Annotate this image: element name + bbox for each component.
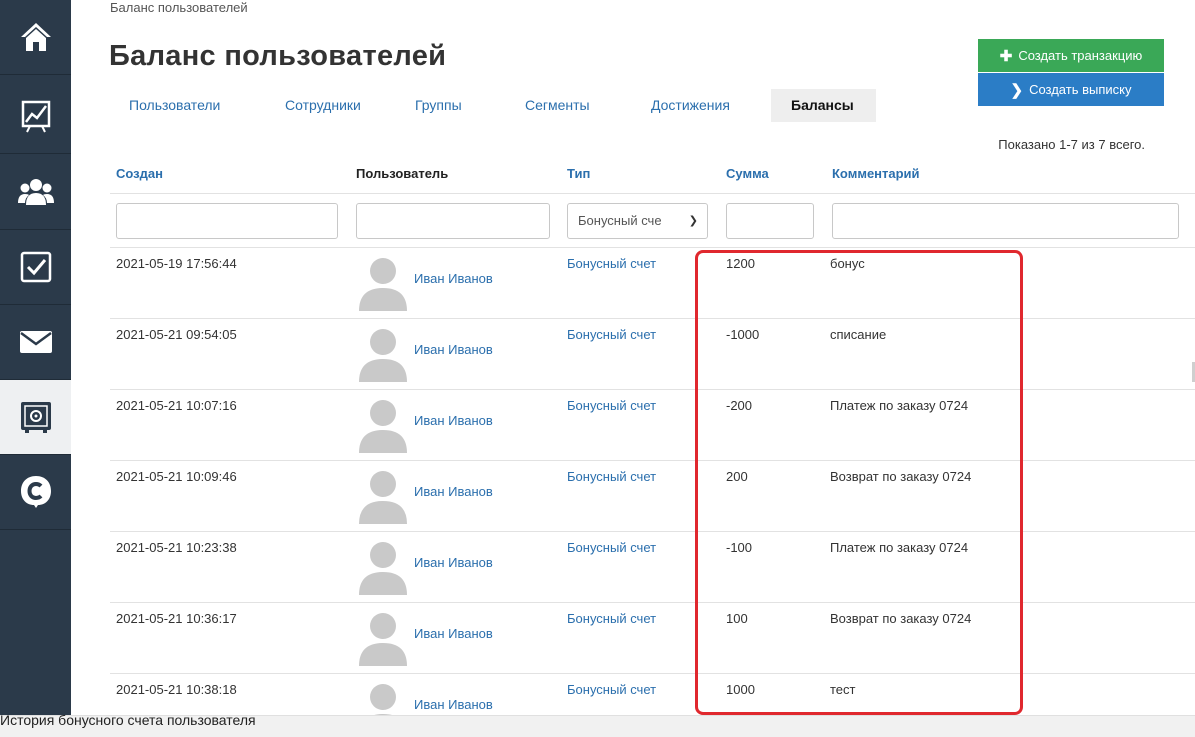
create-transaction-label: Создать транзакцию	[1018, 48, 1143, 63]
column-header-amount[interactable]: Сумма	[726, 166, 769, 181]
sidebar-item-brand[interactable]	[0, 455, 71, 530]
table-row: 2021-05-21 10:07:16 Иван Иванов Бонусный…	[110, 389, 1195, 459]
mail-icon	[19, 331, 52, 353]
avatar	[359, 613, 407, 666]
avatar	[359, 258, 407, 311]
pagination-summary: Показано 1-7 из 7 всего.	[998, 137, 1145, 152]
column-header-user: Пользователь	[356, 166, 449, 181]
cell-created: 2021-05-21 10:23:38	[116, 540, 237, 555]
cell-created: 2021-05-19 17:56:44	[116, 256, 237, 271]
safe-icon	[20, 402, 51, 433]
cell-type-link[interactable]: Бонусный счет	[567, 682, 656, 697]
avatar	[359, 542, 407, 595]
users-icon	[17, 179, 54, 205]
sidebar-item-balances[interactable]	[0, 380, 71, 455]
table-row: 2021-05-21 10:09:46 Иван Иванов Бонусный…	[110, 460, 1195, 530]
cell-user-link[interactable]: Иван Иванов	[414, 626, 493, 641]
avatar	[359, 400, 407, 453]
cell-user-link[interactable]: Иван Иванов	[414, 555, 493, 570]
cell-type-link[interactable]: Бонусный счет	[567, 256, 656, 271]
chevron-down-icon: ❯	[688, 215, 698, 227]
highlight-box	[695, 250, 1023, 715]
tab-segments[interactable]: Сегменты	[525, 89, 590, 122]
filter-type-value: Бонусный сче	[578, 213, 662, 228]
cell-type-link[interactable]: Бонусный счет	[567, 540, 656, 555]
cell-created: 2021-05-21 10:36:17	[116, 611, 237, 626]
filter-comment-input[interactable]	[832, 203, 1179, 239]
breadcrumb[interactable]: Баланс пользователей	[110, 0, 248, 15]
chart-icon	[21, 100, 50, 133]
header-divider	[110, 193, 1195, 194]
sidebar	[0, 0, 71, 737]
sidebar-item-analytics[interactable]	[0, 79, 71, 154]
tab-balances[interactable]: Балансы	[771, 89, 876, 122]
sidebar-item-tasks[interactable]	[0, 230, 71, 305]
table-row: 2021-05-21 10:36:17 Иван Иванов Бонусный…	[110, 602, 1195, 672]
filter-type-select[interactable]: Бонусный сче ❯	[567, 203, 708, 239]
tab-users[interactable]: Пользователи	[129, 89, 220, 122]
column-header-created[interactable]: Создан	[116, 166, 163, 181]
create-statement-label: Создать выписку	[1029, 82, 1132, 97]
create-statement-button[interactable]: ❯ Создать выписку	[978, 73, 1164, 106]
cell-created: 2021-05-21 10:09:46	[116, 469, 237, 484]
cell-user-link[interactable]: Иван Иванов	[414, 484, 493, 499]
cell-type-link[interactable]: Бонусный счет	[567, 611, 656, 626]
cell-user-link[interactable]: Иван Иванов	[414, 271, 493, 286]
cell-type-link[interactable]: Бонусный счет	[567, 398, 656, 413]
avatar	[359, 329, 407, 382]
filter-user-input[interactable]	[356, 203, 550, 239]
cell-user-link[interactable]: Иван Иванов	[414, 342, 493, 357]
image-caption: История бонусного счета пользователя	[0, 712, 256, 728]
cell-user-link[interactable]: Иван Иванов	[414, 697, 493, 712]
brand-logo-icon	[20, 476, 51, 508]
table-row: 2021-05-19 17:56:44 Иван Иванов Бонусный…	[110, 247, 1195, 317]
cell-created: 2021-05-21 09:54:05	[116, 327, 237, 342]
sidebar-item-users[interactable]	[0, 155, 71, 230]
table-row: 2021-05-21 10:23:38 Иван Иванов Бонусный…	[110, 531, 1195, 601]
column-header-type[interactable]: Тип	[567, 166, 590, 181]
cell-created: 2021-05-21 10:38:18	[116, 682, 237, 697]
sidebar-item-mail[interactable]	[0, 305, 71, 380]
tab-groups[interactable]: Группы	[415, 89, 462, 122]
home-icon	[20, 23, 51, 51]
create-transaction-button[interactable]: ✚ Создать транзакцию	[978, 39, 1164, 72]
chevron-right-icon: ❯	[1010, 81, 1024, 99]
column-header-comment[interactable]: Комментарий	[832, 166, 920, 181]
main-content: Баланс пользователей Баланс пользователе…	[71, 0, 1195, 737]
cell-type-link[interactable]: Бонусный счет	[567, 469, 656, 484]
filter-amount-input[interactable]	[726, 203, 814, 239]
tab-achievements[interactable]: Достижения	[651, 89, 730, 122]
table-row: 2021-05-21 09:54:05 Иван Иванов Бонусный…	[110, 318, 1195, 388]
filter-created-input[interactable]	[116, 203, 338, 239]
avatar	[359, 471, 407, 524]
tabs: Пользователи Сотрудники Группы Сегменты …	[110, 89, 930, 122]
checkbox-icon	[20, 251, 51, 283]
page-title: Баланс пользователей	[109, 40, 447, 72]
plus-icon: ✚	[999, 47, 1013, 65]
tab-employees[interactable]: Сотрудники	[285, 89, 361, 122]
cell-user-link[interactable]: Иван Иванов	[414, 413, 493, 428]
cell-created: 2021-05-21 10:07:16	[116, 398, 237, 413]
cell-type-link[interactable]: Бонусный счет	[567, 327, 656, 342]
sidebar-item-home[interactable]	[0, 0, 71, 75]
